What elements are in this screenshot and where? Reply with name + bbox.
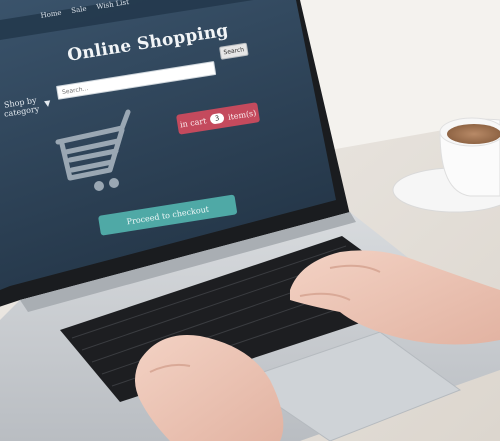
coffee [447,124,500,144]
cart-suffix: item(s) [227,107,257,122]
photo-scene: Home Sale Wish List Online Shopping Sear… [0,0,500,441]
cart-prefix: in cart [179,115,207,129]
cart-count: 3 [209,112,225,125]
caret-down-icon: ▼ [43,97,52,108]
cart-wheel-left [94,181,104,191]
cart-wheel-right [109,178,119,188]
scene-illustration [0,0,500,441]
